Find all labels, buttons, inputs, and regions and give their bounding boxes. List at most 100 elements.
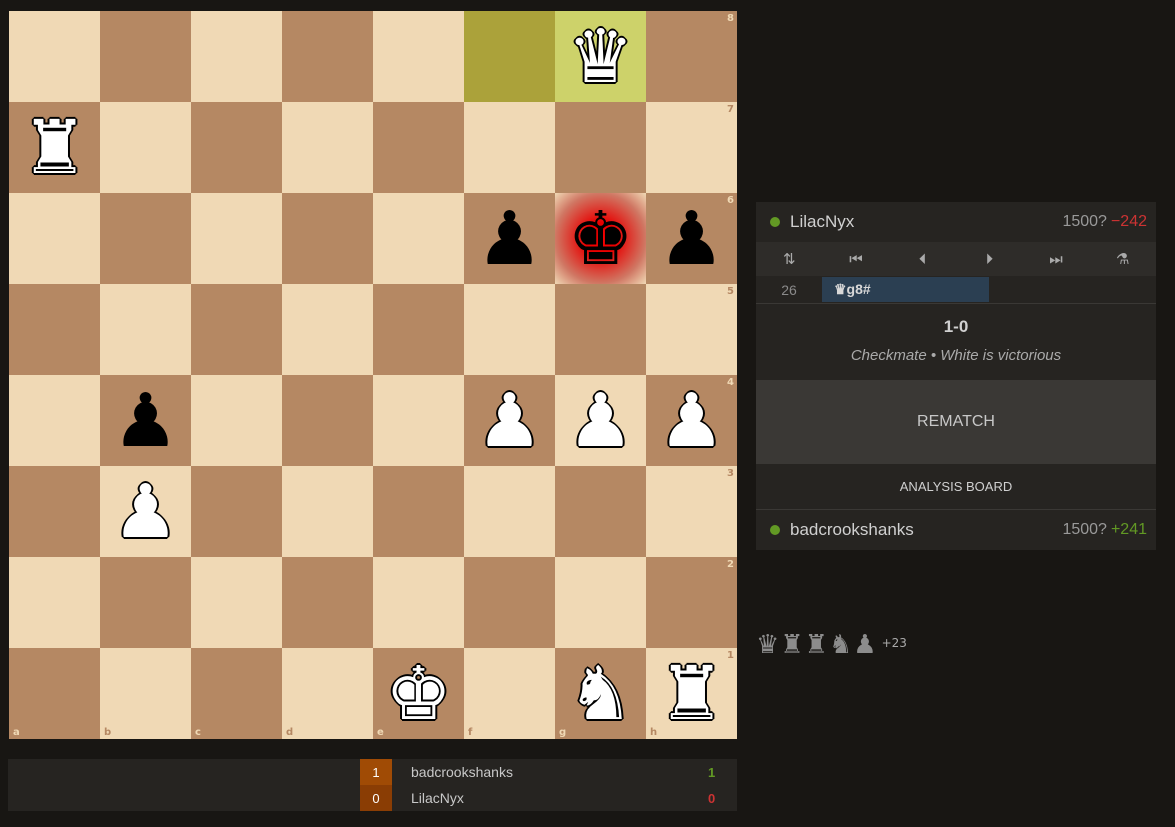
square-h3[interactable]: 3 — [646, 466, 737, 557]
square-d3[interactable] — [282, 466, 373, 557]
crosstable-score: 0 — [360, 785, 392, 811]
file-label: c — [195, 727, 201, 738]
bottom-player: badcrookshanks 1500? +241 — [756, 510, 1156, 550]
square-e3[interactable] — [373, 466, 464, 557]
square-b1[interactable]: b — [100, 648, 191, 739]
square-c6[interactable] — [191, 193, 282, 284]
analysis-icon[interactable]: ⚗ — [1089, 242, 1156, 276]
square-d7[interactable] — [282, 102, 373, 193]
white-king-piece[interactable]: ♚ — [373, 648, 464, 739]
square-h6[interactable]: 6 ♟ — [646, 193, 737, 284]
square-h4[interactable]: 4 ♟ — [646, 375, 737, 466]
square-a2[interactable] — [9, 557, 100, 648]
square-e6[interactable] — [373, 193, 464, 284]
square-d2[interactable] — [282, 557, 373, 648]
flip-board-icon[interactable]: ⇅ — [756, 242, 823, 276]
white-pawn-piece[interactable]: ♟ — [646, 375, 737, 466]
crosstable-player-name[interactable]: LilacNyx — [411, 790, 464, 806]
square-g7[interactable] — [555, 102, 646, 193]
white-queen-piece[interactable]: ♛ — [555, 11, 646, 102]
analysis-board-button[interactable]: ANALYSIS BOARD — [756, 464, 1156, 510]
square-g3[interactable] — [555, 466, 646, 557]
black-pawn-piece[interactable]: ♟ — [646, 193, 737, 284]
square-a4[interactable] — [9, 375, 100, 466]
square-f8[interactable] — [464, 11, 555, 102]
crosstable-player-name[interactable]: badcrookshanks — [411, 764, 513, 780]
move-white[interactable]: ♛g8# — [822, 277, 989, 302]
white-rook-piece[interactable]: ♜ — [9, 102, 100, 193]
chess-board[interactable]: ♛ 8 ♜ 7 ♟ ♚ 6 ♟ 5 ♟ ♟ ♟ 4 ♟ ♟ 3 2 a b c d e ♚ f g ♞ 1 h ♜ — [9, 11, 737, 739]
material-advantage: +23 — [881, 636, 907, 650]
square-b7[interactable] — [100, 102, 191, 193]
square-c2[interactable] — [191, 557, 282, 648]
square-g2[interactable] — [555, 557, 646, 648]
white-rook-piece[interactable]: ♜ — [646, 648, 737, 739]
black-pawn-piece[interactable]: ♟ — [100, 375, 191, 466]
square-d6[interactable] — [282, 193, 373, 284]
file-label: f — [468, 727, 473, 738]
square-d1[interactable]: d — [282, 648, 373, 739]
crosstable-points: 0 — [708, 790, 716, 806]
file-label: a — [13, 727, 20, 738]
rematch-button[interactable]: REMATCH — [756, 380, 1156, 464]
white-pawn-piece[interactable]: ♟ — [100, 466, 191, 557]
square-a3[interactable] — [9, 466, 100, 557]
square-c7[interactable] — [191, 102, 282, 193]
square-g8[interactable]: ♛ — [555, 11, 646, 102]
square-e8[interactable] — [373, 11, 464, 102]
square-g5[interactable] — [555, 284, 646, 375]
square-b6[interactable] — [100, 193, 191, 284]
square-f7[interactable] — [464, 102, 555, 193]
square-h2[interactable]: 2 — [646, 557, 737, 648]
square-c5[interactable] — [191, 284, 282, 375]
square-c3[interactable] — [191, 466, 282, 557]
square-f2[interactable] — [464, 557, 555, 648]
square-a5[interactable] — [9, 284, 100, 375]
black-king-piece[interactable]: ♚ — [555, 193, 646, 284]
white-pawn-piece[interactable]: ♟ — [464, 375, 555, 466]
prev-move-icon[interactable]: ⏴ — [889, 242, 956, 276]
online-indicator — [770, 525, 780, 535]
square-b2[interactable] — [100, 557, 191, 648]
last-move-icon[interactable]: ⏭ — [1023, 242, 1090, 276]
square-c8[interactable] — [191, 11, 282, 102]
square-e7[interactable] — [373, 102, 464, 193]
white-knight-piece[interactable]: ♞ — [555, 648, 646, 739]
square-g4[interactable]: ♟ — [555, 375, 646, 466]
square-h8[interactable]: 8 — [646, 11, 737, 102]
square-d4[interactable] — [282, 375, 373, 466]
square-b3[interactable]: ♟ — [100, 466, 191, 557]
square-g1[interactable]: g ♞ — [555, 648, 646, 739]
square-b4[interactable]: ♟ — [100, 375, 191, 466]
square-d5[interactable] — [282, 284, 373, 375]
square-g6[interactable]: ♚ — [555, 193, 646, 284]
next-move-icon[interactable]: ⏵ — [956, 242, 1023, 276]
square-e1[interactable]: e ♚ — [373, 648, 464, 739]
black-pawn-piece[interactable]: ♟ — [464, 193, 555, 284]
square-f3[interactable] — [464, 466, 555, 557]
square-h7[interactable]: 7 — [646, 102, 737, 193]
bottom-player-name[interactable]: badcrookshanks — [790, 520, 1062, 540]
square-a6[interactable] — [9, 193, 100, 284]
square-c1[interactable]: c — [191, 648, 282, 739]
square-f4[interactable]: ♟ — [464, 375, 555, 466]
first-move-icon[interactable]: ⏮ — [823, 242, 890, 276]
square-b8[interactable] — [100, 11, 191, 102]
square-c4[interactable] — [191, 375, 282, 466]
square-e4[interactable] — [373, 375, 464, 466]
square-a7[interactable]: ♜ — [9, 102, 100, 193]
square-h1[interactable]: 1 h ♜ — [646, 648, 737, 739]
crosstable: 1 badcrookshanks 1 0 LilacNyx 0 — [8, 759, 737, 811]
square-d8[interactable] — [282, 11, 373, 102]
square-a8[interactable] — [9, 11, 100, 102]
square-h5[interactable]: 5 — [646, 284, 737, 375]
square-f5[interactable] — [464, 284, 555, 375]
top-player-name[interactable]: LilacNyx — [790, 212, 1062, 232]
square-f1[interactable]: f — [464, 648, 555, 739]
white-pawn-piece[interactable]: ♟ — [555, 375, 646, 466]
square-e5[interactable] — [373, 284, 464, 375]
square-f6[interactable]: ♟ — [464, 193, 555, 284]
square-e2[interactable] — [373, 557, 464, 648]
square-b5[interactable] — [100, 284, 191, 375]
square-a1[interactable]: a — [9, 648, 100, 739]
